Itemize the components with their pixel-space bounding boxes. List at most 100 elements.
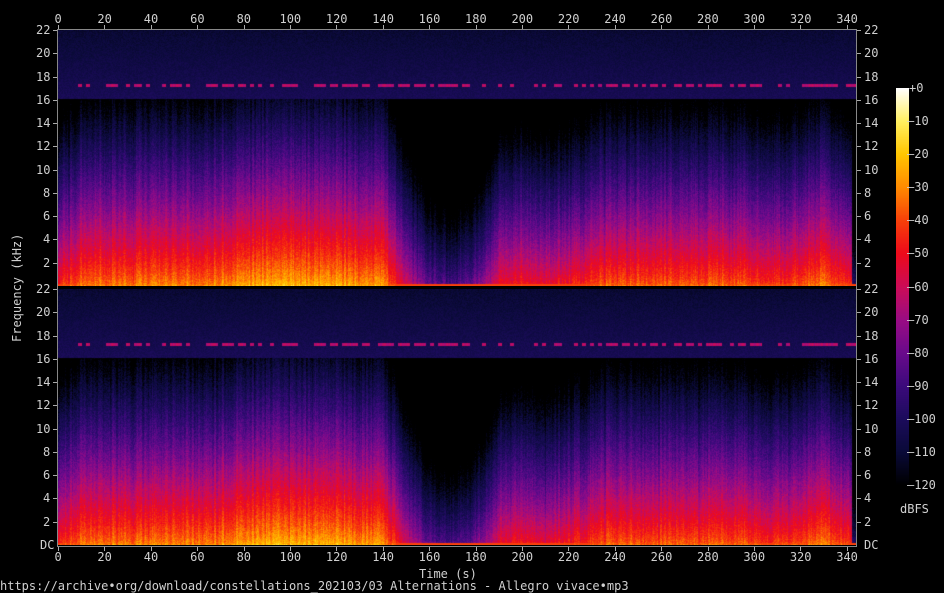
colorbar-tick-label: –90 <box>907 378 929 393</box>
x-tick-label-top: 260 <box>650 12 673 26</box>
x-tick-label-top: 340 <box>836 12 858 26</box>
y-tick-label-left: 2 <box>43 255 51 270</box>
x-tick-label-bottom: 60 <box>190 550 205 564</box>
y-tick-label-right: 12 <box>864 398 879 413</box>
y-tick-mark <box>53 146 57 148</box>
y-tick-mark <box>53 358 57 360</box>
y-tick-mark <box>857 30 861 31</box>
colorbar-tick-label: –50 <box>907 246 929 261</box>
y-tick-mark <box>53 498 57 500</box>
x-tick-label-bottom: 140 <box>372 550 394 564</box>
y-tick-label-left: 10 <box>36 421 51 436</box>
y-tick-label-right: 16 <box>864 351 879 366</box>
y-tick-label-right: 22 <box>864 23 879 37</box>
x-tick-label-top: 60 <box>190 12 205 26</box>
x-tick-label-bottom: 80 <box>236 550 252 564</box>
x-tick-label-top: 40 <box>143 12 159 26</box>
colorbar-tick-label: –40 <box>907 213 929 228</box>
y-tick-mark <box>53 451 57 453</box>
y-tick-label-left: 4 <box>43 491 51 506</box>
y-tick-label-left: 22 <box>36 23 51 37</box>
x-tick-label-bottom: 320 <box>789 550 812 564</box>
y-tick-label-left: 18 <box>36 69 51 84</box>
y-tick-label-right: 12 <box>864 139 879 154</box>
x-tick-label-top: 240 <box>604 12 626 26</box>
y-tick-mark <box>53 262 57 264</box>
y-tick-mark <box>857 192 861 194</box>
y-tick-mark <box>857 53 861 55</box>
y-tick-mark <box>857 289 861 290</box>
plot-frame <box>57 29 857 547</box>
y-tick-label-left: 8 <box>43 444 51 459</box>
y-tick-mark <box>53 475 57 477</box>
y-axis-label: Frequency (kHz) <box>10 233 24 342</box>
x-tick-label-top: 20 <box>97 12 112 26</box>
y-tick-label-right: 14 <box>864 116 879 131</box>
y-tick-mark <box>53 53 57 55</box>
y-tick-mark <box>53 123 57 125</box>
x-tick-label-bottom: 20 <box>97 550 112 564</box>
y-tick-label-left: 12 <box>36 139 51 154</box>
x-tick-label-top: 280 <box>697 12 719 26</box>
y-tick-label-right: 6 <box>864 209 872 224</box>
y-tick-label-left: 16 <box>36 92 51 107</box>
colorbar-tick-label: –80 <box>907 345 929 360</box>
y-tick-mark <box>53 405 57 407</box>
y-tick-label-left: 16 <box>36 351 51 366</box>
y-tick-mark <box>53 335 57 337</box>
y-tick-mark <box>53 76 57 78</box>
colorbar-tick-label: –120 <box>907 478 936 492</box>
x-tick-label-top: 220 <box>557 12 580 26</box>
y-tick-label-left: 20 <box>36 46 51 61</box>
colorbar-tick-label: –100 <box>907 411 936 426</box>
source-url: https://archive•org/download/constellati… <box>0 579 629 593</box>
x-tick-label-bottom: 240 <box>604 550 626 564</box>
x-tick-label-bottom: 40 <box>143 550 159 564</box>
y-tick-label-right: 2 <box>864 255 872 270</box>
colorbar-tick-label: +0 <box>909 81 924 95</box>
y-tick-label-left: 6 <box>43 468 51 483</box>
y-tick-mark <box>53 216 57 218</box>
x-tick-label-bottom: 220 <box>557 550 580 564</box>
y-tick-mark <box>857 312 861 314</box>
y-tick-mark <box>857 358 861 360</box>
y-tick-mark <box>857 99 861 101</box>
y-tick-mark <box>53 192 57 194</box>
y-tick-label-left: 4 <box>43 232 51 247</box>
colorbar-tick-label: –60 <box>907 279 929 294</box>
x-tick-label-top: 140 <box>372 12 394 26</box>
x-tick-label-bottom: 300 <box>743 550 766 564</box>
colorbar-tick-label: –20 <box>907 147 929 162</box>
y-tick-mark <box>857 405 861 407</box>
y-tick-label-right: 4 <box>864 491 872 506</box>
colorbar-tick-label: –70 <box>907 312 929 327</box>
y-tick-label-right: DC <box>864 538 879 552</box>
y-tick-mark <box>857 382 861 384</box>
y-tick-label-left: 22 <box>36 282 51 296</box>
y-tick-mark <box>857 335 861 337</box>
y-tick-label-right: 2 <box>864 514 872 529</box>
y-tick-label-left: 2 <box>43 514 51 529</box>
x-tick-label-top: 120 <box>325 12 348 26</box>
y-tick-mark <box>857 451 861 453</box>
y-tick-label-left: 10 <box>36 162 51 177</box>
y-tick-mark <box>857 262 861 264</box>
colorbar-tick-label: –10 <box>907 114 929 129</box>
y-tick-mark <box>857 216 861 218</box>
x-tick-label-bottom: 100 <box>279 550 302 564</box>
x-tick-label-top: 160 <box>418 12 441 26</box>
y-tick-label-left: DC <box>40 538 55 552</box>
y-tick-label-left: 18 <box>36 328 51 343</box>
y-tick-mark <box>857 521 861 523</box>
x-tick-label-bottom: 180 <box>465 550 487 564</box>
y-tick-mark <box>857 123 861 125</box>
x-tick-label-top: 0 <box>54 12 62 26</box>
x-tick-label-bottom: 340 <box>836 550 858 564</box>
y-tick-mark <box>857 146 861 148</box>
x-tick-label-top: 100 <box>279 12 302 26</box>
y-tick-mark <box>53 428 57 430</box>
y-tick-mark <box>857 76 861 78</box>
colorbar-tick-label: –110 <box>907 444 936 459</box>
y-tick-label-left: 6 <box>43 209 51 224</box>
y-tick-label-left: 20 <box>36 305 51 320</box>
